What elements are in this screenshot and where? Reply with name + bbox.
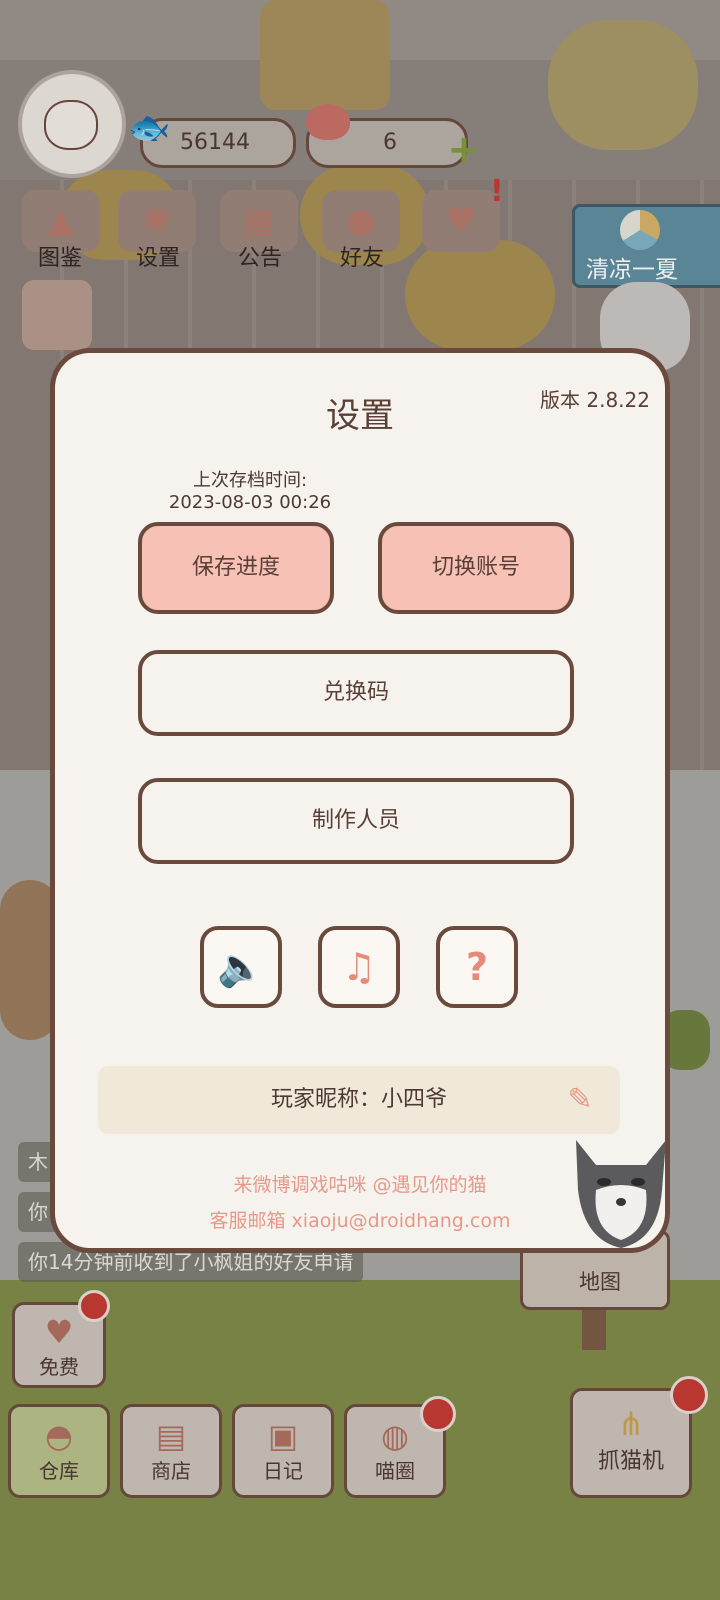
save-progress-button[interactable]: 保存进度	[138, 522, 334, 614]
question-icon: ?	[465, 945, 489, 989]
last-save-label: 上次存档时间:	[192, 470, 308, 491]
version-text: 版本 2.8.22	[540, 388, 650, 412]
music-toggle-button[interactable]: ♫	[318, 926, 400, 1008]
credits-button[interactable]: 制作人员	[138, 778, 574, 864]
sound-toggle-button[interactable]: 🔈	[200, 926, 282, 1008]
nickname-text: 玩家昵称：小四爷	[270, 1087, 447, 1112]
music-note-icon: ♫	[341, 945, 377, 989]
speaker-icon: 🔈	[217, 945, 265, 989]
redeem-code-button[interactable]: 兑换码	[138, 650, 574, 736]
last-save-time: 2023-08-03 00:26	[168, 492, 332, 513]
grumpy-cat-image	[576, 1140, 666, 1248]
edit-nickname-icon[interactable]: ✎	[560, 1080, 600, 1120]
help-button[interactable]: ?	[436, 926, 518, 1008]
switch-account-button[interactable]: 切换账号	[378, 522, 574, 614]
